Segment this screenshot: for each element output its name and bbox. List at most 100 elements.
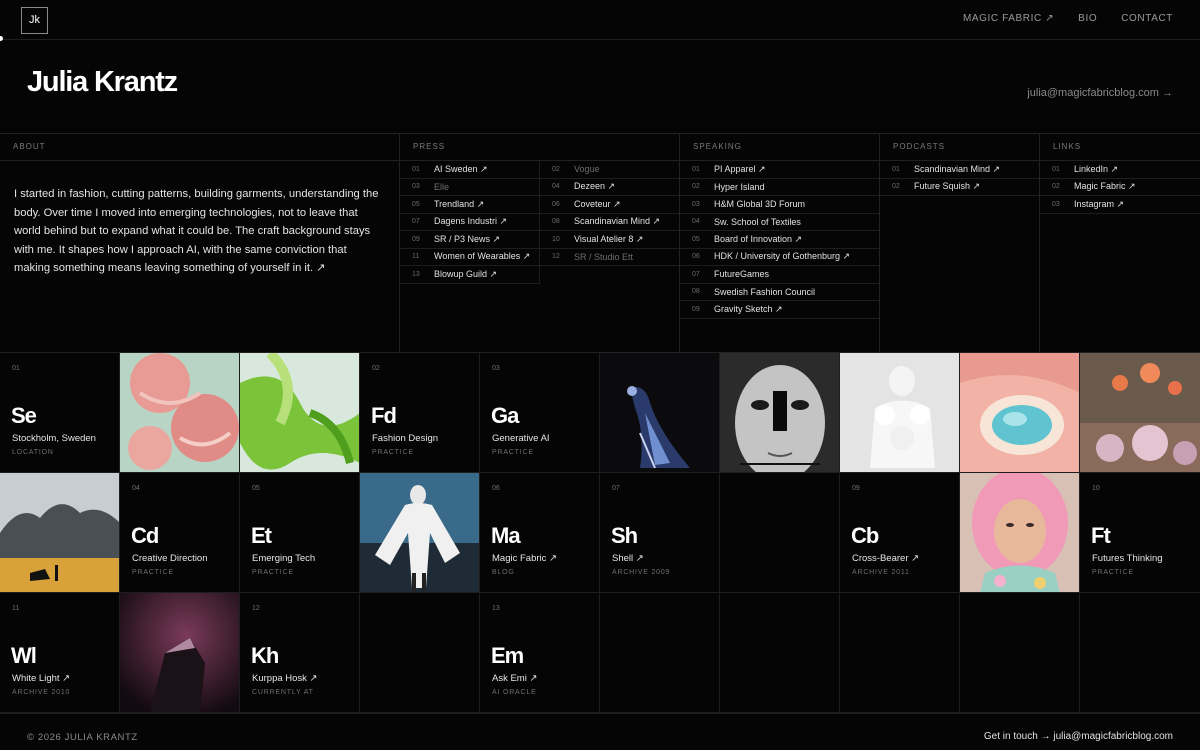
tile-number: 05 bbox=[252, 485, 260, 492]
tile-abbr: Cd bbox=[131, 523, 159, 548]
list-item[interactable]: 01 PI Apparel ↗ bbox=[680, 161, 879, 179]
tile-ask-emi[interactable]: 13 Em Ask Emi ↗ AI ORACLE bbox=[480, 593, 600, 713]
tile-name: Generative AI bbox=[492, 433, 550, 444]
item-label: Dagens Industri ↗ bbox=[434, 216, 508, 227]
list-item[interactable]: 08 Scandinavian Mind ↗ bbox=[540, 214, 679, 231]
top-nav: Jk MAGIC FABRIC ↗ BIO CONTACT bbox=[0, 0, 1200, 40]
image-face-portrait[interactable] bbox=[720, 353, 840, 473]
image-green-liquid[interactable] bbox=[240, 353, 360, 473]
item-label: Scandinavian Mind ↗ bbox=[914, 163, 1001, 174]
image-dark-rock[interactable] bbox=[120, 593, 240, 713]
image-gem-teeth[interactable] bbox=[960, 353, 1080, 473]
list-item[interactable]: 09 SR / P3 News ↗ bbox=[400, 231, 539, 249]
empty-cell bbox=[960, 593, 1080, 713]
item-number: 01 bbox=[692, 165, 700, 173]
tile-name: Stockholm, Sweden bbox=[12, 433, 96, 444]
tile-fashion-design[interactable]: 02 Fd Fashion Design PRACTICE bbox=[360, 353, 480, 473]
list-item[interactable]: 01 LinkedIn ↗ bbox=[1040, 161, 1200, 179]
tile-emerging-tech[interactable]: 05 Et Emerging Tech PRACTICE bbox=[240, 473, 360, 593]
list-item[interactable]: 07 Dagens Industri ↗ bbox=[400, 214, 539, 231]
item-number: 13 bbox=[412, 270, 420, 278]
nav-link-contact[interactable]: CONTACT bbox=[1121, 13, 1173, 24]
list-item[interactable]: 05 Board of Innovation ↗ bbox=[680, 231, 879, 249]
tile-name: White Light ↗ bbox=[12, 673, 71, 684]
tile-location[interactable]: 01 Se Stockholm, Sweden LOCATION bbox=[0, 353, 120, 473]
list-item[interactable]: 06 HDK / University of Gothenburg ↗ bbox=[680, 249, 879, 266]
image-white-garment[interactable] bbox=[840, 353, 960, 473]
list-item[interactable]: 02 Hyper Island bbox=[680, 179, 879, 196]
get-in-touch-link[interactable]: Get in touch → julia@magicfabricblog.com bbox=[984, 731, 1173, 742]
list-item[interactable]: 12 SR / Studio Ett bbox=[540, 249, 679, 266]
tile-magic-fabric[interactable]: 06 Ma Magic Fabric ↗ BLOG bbox=[480, 473, 600, 593]
tile-abbr: Se bbox=[11, 403, 37, 428]
item-label: Vogue bbox=[574, 164, 600, 175]
item-number: 06 bbox=[692, 253, 700, 261]
item-number: 05 bbox=[412, 200, 420, 208]
list-item[interactable]: 08 Swedish Fashion Council bbox=[680, 284, 879, 301]
list-item[interactable]: 03 Instagram ↗ bbox=[1040, 196, 1200, 214]
item-label: Future Squish ↗ bbox=[914, 181, 981, 192]
email-link[interactable]: julia@magicfabricblog.com → bbox=[1027, 87, 1173, 99]
item-label: LinkedIn ↗ bbox=[1074, 163, 1119, 174]
list-item[interactable]: 02 Future Squish ↗ bbox=[880, 179, 1039, 196]
empty-cell bbox=[840, 593, 960, 713]
item-number: 07 bbox=[692, 270, 700, 278]
links-heading: LINKS bbox=[1040, 134, 1200, 161]
tile-generative-ai[interactable]: 03 Ga Generative AI PRACTICE bbox=[480, 353, 600, 473]
list-item[interactable]: 01 Scandinavian Mind ↗ bbox=[880, 161, 1039, 179]
tile-white-light[interactable]: 11 Wl White Light ↗ ARCHIVE 2010 bbox=[0, 593, 120, 713]
tile-futures-thinking[interactable]: 10 Ft Futures Thinking PRACTICE bbox=[1080, 473, 1200, 593]
tile-category: LOCATION bbox=[12, 449, 54, 456]
list-item[interactable]: 11 Women of Wearables ↗ bbox=[400, 249, 539, 266]
tile-category: PRACTICE bbox=[372, 449, 414, 456]
list-item[interactable]: 10 Visual Atelier 8 ↗ bbox=[540, 231, 679, 249]
list-item[interactable]: 01 AI Sweden ↗ bbox=[400, 161, 539, 179]
list-item[interactable]: 09 Gravity Sketch ↗ bbox=[680, 301, 879, 319]
tile-creative-direction[interactable]: 04 Cd Creative Direction PRACTICE bbox=[120, 473, 240, 593]
list-item[interactable]: 07 FutureGames bbox=[680, 266, 879, 284]
list-item[interactable]: 06 Coveteur ↗ bbox=[540, 196, 679, 214]
tile-number: 04 bbox=[132, 485, 140, 492]
list-item[interactable]: 13 Blowup Guild ↗ bbox=[400, 266, 539, 284]
image-fantasy-landscape[interactable] bbox=[1080, 353, 1200, 473]
image-white-dress-figure[interactable] bbox=[360, 473, 480, 593]
nav-link-magic-fabric[interactable]: MAGIC FABRIC ↗ bbox=[963, 13, 1054, 24]
list-item[interactable]: 03 H&M Global 3D Forum bbox=[680, 196, 879, 214]
tile-category: ARCHIVE 2009 bbox=[612, 569, 671, 576]
tile-number: 11 bbox=[12, 605, 20, 612]
tile-abbr: Em bbox=[491, 643, 524, 668]
press-column: PRESS 01 AI Sweden ↗ 03 Elle 05 Trendland ↗ 07… bbox=[400, 134, 680, 353]
list-item[interactable]: 02 Magic Fabric ↗ bbox=[1040, 179, 1200, 196]
image-bird-figure[interactable] bbox=[600, 353, 720, 473]
list-item[interactable]: 02 Vogue bbox=[540, 161, 679, 179]
tile-name: Ask Emi ↗ bbox=[492, 673, 538, 684]
about-text: I started in fashion, cutting patterns, … bbox=[14, 188, 379, 274]
tile-cross-bearer[interactable]: 09 Cb Cross-Bearer ↗ ARCHIVE 2011 bbox=[840, 473, 960, 593]
tile-abbr: Et bbox=[251, 523, 272, 548]
tile-category: PRACTICE bbox=[252, 569, 294, 576]
list-item[interactable]: 05 Trendland ↗ bbox=[400, 196, 539, 214]
item-label: Swedish Fashion Council bbox=[714, 286, 816, 297]
tile-category: PRACTICE bbox=[1092, 569, 1134, 576]
item-label: Coveteur ↗ bbox=[574, 198, 621, 209]
list-item[interactable]: 04 Dezeen ↗ bbox=[540, 179, 679, 196]
logo-mark[interactable]: Jk bbox=[21, 7, 48, 34]
tile-abbr: Ga bbox=[491, 403, 519, 428]
press-heading: PRESS bbox=[400, 134, 679, 161]
project-grid: 01 Se Stockholm, Sweden LOCATION 02 Fd F… bbox=[0, 353, 1200, 713]
nav-links: MAGIC FABRIC ↗ BIO CONTACT bbox=[963, 13, 1173, 24]
tile-name: Fashion Design bbox=[372, 433, 439, 444]
list-item[interactable]: 03 Elle bbox=[400, 179, 539, 196]
tile-category: PRACTICE bbox=[492, 449, 534, 456]
list-item[interactable]: 04 Sw. School of Textiles bbox=[680, 214, 879, 231]
image-horse-landscape[interactable] bbox=[0, 473, 120, 593]
podcasts-heading: PODCASTS bbox=[880, 134, 1039, 161]
tile-kurppa-hosk[interactable]: 12 Kh Kurppa Hosk ↗ CURRENTLY AT bbox=[240, 593, 360, 713]
nav-link-bio[interactable]: BIO bbox=[1078, 13, 1097, 24]
item-label: Visual Atelier 8 ↗ bbox=[574, 233, 644, 244]
info-panel: ABOUT I started in fashion, cutting patt… bbox=[0, 133, 1200, 353]
image-pink-organic[interactable] bbox=[120, 353, 240, 473]
tile-shell[interactable]: 07 Sh Shell ↗ ARCHIVE 2009 bbox=[600, 473, 720, 593]
tile-number: 02 bbox=[372, 365, 380, 372]
image-pink-hair-portrait[interactable] bbox=[960, 473, 1080, 593]
